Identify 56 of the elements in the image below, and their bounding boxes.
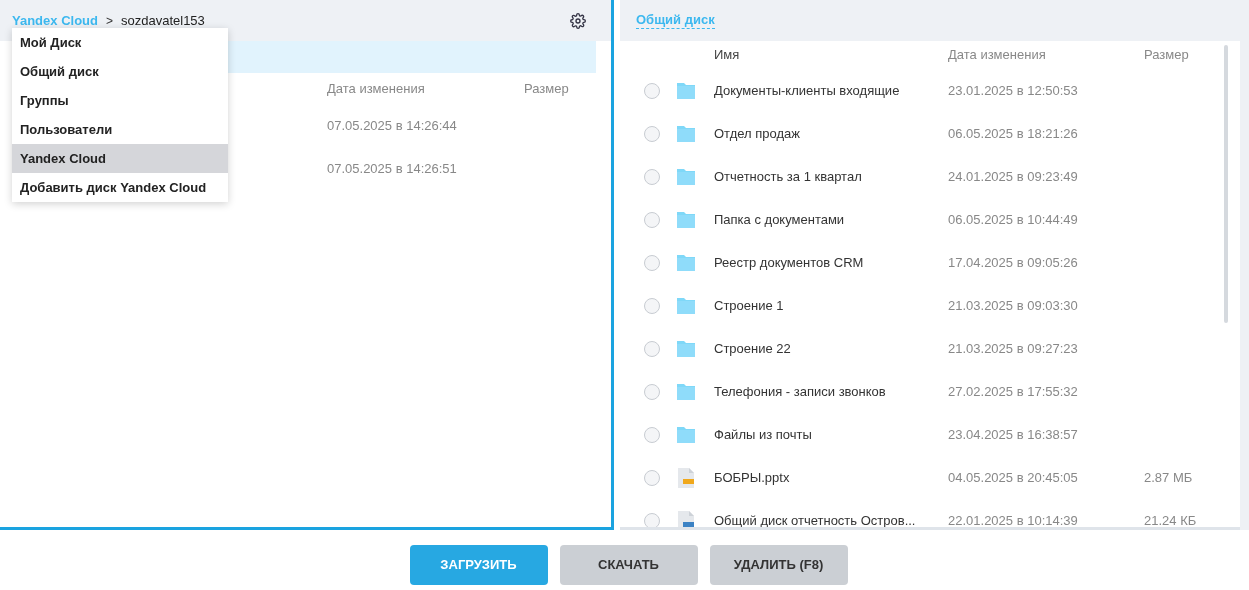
date-cell-text: 07.05.2025 в 14:26:51 xyxy=(327,159,457,178)
action-button[interactable]: СКАЧАТЬ xyxy=(559,545,698,585)
date-cell-text: 23.04.2025 в 16:38:57 xyxy=(948,425,1079,444)
file-name[interactable]: БОБРЫ.pptx xyxy=(714,467,948,488)
file-name[interactable]: Телефония - записи звонков xyxy=(714,381,948,402)
file-icon xyxy=(676,466,696,489)
radio-button[interactable] xyxy=(644,512,660,527)
file-name[interactable]: Реестр документов CRM xyxy=(714,252,948,273)
date-cell-text: 21.03.2025 в 09:27:23 xyxy=(948,339,1079,358)
breadcrumb-current: sozdavatel153 xyxy=(121,11,205,30)
radio-button[interactable] xyxy=(644,469,660,486)
menu-item[interactable]: Yandex Cloud xyxy=(12,144,228,173)
date-cell-text: 04.05.2025 в 20:45:05 xyxy=(948,468,1079,487)
date-cell-text: 21.03.2025 в 09:03:30 xyxy=(948,296,1079,315)
file-name[interactable]: Строение 22 xyxy=(714,338,948,359)
file-name[interactable]: Документы-клиенты входящие xyxy=(714,80,948,101)
column-header: Размер xyxy=(1144,46,1189,65)
breadcrumb-separator: > xyxy=(105,12,113,30)
action-button[interactable]: УДАЛИТЬ (F8) xyxy=(709,545,848,585)
radio-button[interactable] xyxy=(644,211,660,228)
file-name[interactable]: Файлы из почты xyxy=(714,424,948,445)
date-cell-text: 06.05.2025 в 10:44:49 xyxy=(948,210,1079,229)
radio-button[interactable] xyxy=(644,340,660,357)
date-cell-text: 07.05.2025 в 14:26:44 xyxy=(327,116,457,135)
radio-button[interactable] xyxy=(644,297,660,314)
settings-icon[interactable] xyxy=(570,12,586,29)
date-cell-text: 06.05.2025 в 18:21:26 xyxy=(948,124,1079,143)
column-header: Дата изменения xyxy=(327,80,426,99)
column-header: Размер xyxy=(524,80,569,99)
date-cell-text: 22.01.2025 в 10:14:39 xyxy=(948,511,1079,527)
radio-button[interactable] xyxy=(644,168,660,185)
date-cell-text: 24.01.2025 в 09:23:49 xyxy=(948,167,1079,186)
radio-button[interactable] xyxy=(644,125,660,142)
radio-button[interactable] xyxy=(644,426,660,443)
file-name[interactable]: Отчетность за 1 квартал xyxy=(714,166,948,187)
file-name[interactable]: Строение 1 xyxy=(714,295,948,316)
size-cell-text: 21.24 КБ xyxy=(1144,511,1197,527)
date-cell-text: 23.01.2025 в 12:50:53 xyxy=(948,81,1079,100)
file-name[interactable]: Общий диск отчетность Остров... xyxy=(714,510,948,527)
column-header: Имя xyxy=(714,46,741,65)
date-cell-text: 17.04.2025 в 09:05:26 xyxy=(948,253,1079,272)
menu-item[interactable]: Группы xyxy=(12,86,228,115)
file-icon xyxy=(676,509,696,527)
menu-item[interactable]: Общий диск xyxy=(12,57,228,86)
radio-button[interactable] xyxy=(644,254,660,271)
menu-item[interactable]: Мой Диск xyxy=(12,28,228,57)
menu-item[interactable]: Пользователи xyxy=(12,115,228,144)
radio-button[interactable] xyxy=(644,82,660,99)
file-name[interactable]: Папка с документами xyxy=(714,209,948,230)
column-header: Дата изменения xyxy=(948,46,1047,65)
file-name[interactable]: Отдел продаж xyxy=(714,123,948,144)
menu-item[interactable]: Добавить диск Yandex Cloud xyxy=(12,173,228,202)
scrollbar-thumb[interactable] xyxy=(1224,45,1228,323)
size-cell-text: 2.87 МБ xyxy=(1144,468,1193,487)
date-cell-text: 27.02.2025 в 17:55:32 xyxy=(948,382,1079,401)
radio-button[interactable] xyxy=(644,383,660,400)
